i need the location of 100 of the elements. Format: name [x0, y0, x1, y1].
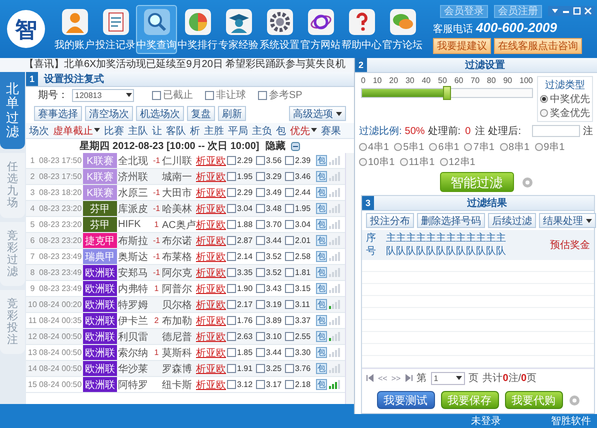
- package-button[interactable]: 包: [316, 155, 327, 166]
- checkbox[interactable]: [285, 364, 294, 373]
- package-button[interactable]: 包: [316, 251, 327, 262]
- package-button[interactable]: 包: [316, 331, 327, 342]
- analysis-link[interactable]: 析: [196, 218, 206, 232]
- toolbar-button[interactable]: 复盘: [187, 106, 215, 120]
- radio-button[interactable]: [540, 109, 548, 117]
- checkbox[interactable]: [285, 300, 294, 309]
- analysis-link[interactable]: 析: [196, 298, 206, 312]
- checkbox[interactable]: [227, 332, 236, 341]
- checkbox[interactable]: [256, 172, 265, 181]
- checkbox[interactable]: [227, 236, 236, 245]
- checkbox[interactable]: [256, 252, 265, 261]
- issue-select[interactable]: 120813: [72, 88, 134, 102]
- maximize-icon[interactable]: [572, 7, 582, 15]
- nav-item[interactable]: 官方论坛: [382, 4, 423, 54]
- analysis-link[interactable]: 析: [196, 186, 206, 200]
- checkbox[interactable]: [227, 268, 236, 277]
- checkbox[interactable]: [227, 316, 236, 325]
- package-button[interactable]: 包: [316, 315, 327, 326]
- side-tab[interactable]: 北单过滤: [0, 72, 25, 150]
- toolbar-button[interactable]: 刷新: [218, 106, 246, 120]
- analysis-link[interactable]: 亚: [206, 314, 216, 328]
- analysis-link[interactable]: 欧: [216, 250, 226, 264]
- checkbox[interactable]: [256, 364, 265, 373]
- checkbox[interactable]: [256, 348, 265, 357]
- checkbox[interactable]: [285, 172, 294, 181]
- analysis-link[interactable]: 欧: [216, 186, 226, 200]
- checkbox[interactable]: [227, 156, 236, 165]
- checkbox[interactable]: [256, 220, 265, 229]
- side-tab[interactable]: 任选九场: [0, 153, 25, 218]
- analysis-link[interactable]: 欧: [216, 346, 226, 360]
- nav-item[interactable]: 我的账户: [54, 4, 95, 54]
- dropdown-icon[interactable]: [550, 7, 560, 15]
- package-button[interactable]: 包: [316, 219, 327, 230]
- analysis-link[interactable]: 欧: [216, 362, 226, 376]
- package-button[interactable]: 包: [316, 299, 327, 310]
- checkbox[interactable]: [285, 204, 294, 213]
- checkbox[interactable]: [227, 300, 236, 309]
- analysis-link[interactable]: 析: [196, 154, 206, 168]
- radio-button[interactable]: [400, 158, 408, 166]
- toolbar-button[interactable]: 赛事选择: [34, 106, 82, 120]
- checkbox[interactable]: [205, 90, 214, 100]
- help-icon[interactable]: [568, 394, 580, 406]
- radio-button[interactable]: [429, 143, 438, 151]
- help-icon[interactable]: [522, 176, 532, 188]
- action-button[interactable]: 在线客服点击咨询: [494, 38, 582, 54]
- page-select[interactable]: 1: [430, 372, 465, 384]
- analysis-link[interactable]: 亚: [206, 234, 216, 248]
- radio-button[interactable]: [500, 143, 508, 151]
- checkbox[interactable]: [227, 220, 236, 229]
- nav-item[interactable]: 中奖查询: [136, 4, 177, 54]
- checkbox[interactable]: [227, 188, 236, 197]
- analysis-link[interactable]: 析: [196, 282, 206, 296]
- nav-item[interactable]: 投注记录: [95, 4, 136, 54]
- checkbox[interactable]: [285, 156, 294, 165]
- analysis-link[interactable]: 欧: [216, 234, 226, 248]
- side-tab[interactable]: 竞彩过滤: [0, 222, 25, 286]
- previous-page-link[interactable]: <<: [378, 374, 388, 382]
- collapse-icon[interactable]: [291, 142, 300, 150]
- analysis-link[interactable]: 析: [196, 378, 206, 392]
- package-button[interactable]: 包: [316, 283, 327, 294]
- checkbox[interactable]: [256, 236, 265, 245]
- checkbox[interactable]: [227, 348, 236, 357]
- nav-item[interactable]: 专家经验: [218, 4, 259, 54]
- package-button[interactable]: 包: [316, 235, 327, 246]
- close-icon[interactable]: [583, 7, 593, 15]
- package-button[interactable]: 包: [316, 379, 327, 390]
- checkbox[interactable]: [285, 348, 294, 357]
- analysis-link[interactable]: 欧: [216, 314, 226, 328]
- analysis-link[interactable]: 欧: [216, 170, 226, 184]
- analysis-link[interactable]: 析: [196, 170, 206, 184]
- slider-thumb[interactable]: [443, 86, 451, 100]
- analysis-link[interactable]: 亚: [206, 282, 216, 296]
- checkbox[interactable]: [152, 90, 161, 100]
- scrollbar[interactable]: [345, 153, 354, 404]
- analysis-link[interactable]: 欧: [216, 282, 226, 296]
- analysis-link[interactable]: 析: [196, 314, 206, 328]
- package-button[interactable]: 包: [316, 171, 327, 182]
- toolbar-button[interactable]: 清空场次: [85, 106, 133, 120]
- checkbox[interactable]: [256, 156, 265, 165]
- analysis-link[interactable]: 欧: [216, 266, 226, 280]
- hide-link[interactable]: 隐藏: [265, 139, 286, 153]
- ratio-slider[interactable]: [361, 88, 533, 98]
- action-button[interactable]: 我要测试: [376, 391, 434, 409]
- checkbox[interactable]: [256, 332, 265, 341]
- analysis-link[interactable]: 欧: [216, 202, 226, 216]
- toolbar-button[interactable]: 后续过滤: [488, 213, 536, 228]
- analysis-link[interactable]: 亚: [206, 330, 216, 344]
- checkbox[interactable]: [285, 236, 294, 245]
- checkbox[interactable]: [256, 204, 265, 213]
- analysis-link[interactable]: 亚: [206, 154, 216, 168]
- checkbox[interactable]: [256, 188, 265, 197]
- checkbox[interactable]: [256, 380, 265, 389]
- checkbox[interactable]: [227, 364, 236, 373]
- checkbox[interactable]: [227, 172, 236, 181]
- analysis-link[interactable]: 析: [196, 234, 206, 248]
- analysis-link[interactable]: 亚: [206, 346, 216, 360]
- side-tab[interactable]: 竞彩投注: [0, 290, 25, 354]
- checkbox[interactable]: [256, 284, 265, 293]
